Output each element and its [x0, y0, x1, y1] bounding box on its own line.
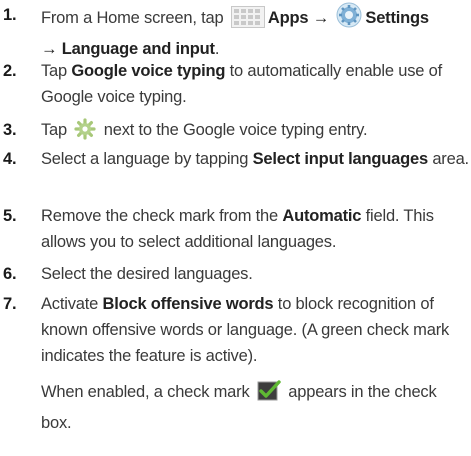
green-checkbox-icon: [257, 380, 281, 410]
settings-gear-icon: [336, 2, 362, 36]
settings-label: Settings: [365, 9, 429, 27]
apps-grid-icon: [230, 6, 265, 36]
step-number: 1.: [3, 6, 17, 24]
step-number: 3.: [3, 121, 17, 139]
language-and-input-label: Language and input: [61, 40, 215, 58]
step-number: 6.: [3, 265, 17, 283]
step-number: 2.: [3, 62, 17, 80]
step-text: Tap next to the Google voice typing entr…: [41, 117, 471, 148]
step-text: From a Home screen, tap Apps → Settings →…: [41, 2, 471, 62]
step-text: Remove the check mark from the Automatic…: [41, 207, 434, 251]
step-text: Activate Block offensive words to block …: [41, 295, 450, 365]
apps-label: Apps: [267, 9, 309, 27]
step-text: Select the desired languages.: [41, 265, 253, 283]
block-offensive-words-label: Block offensive words: [102, 295, 274, 313]
step-text: Tap Google voice typing to automatically…: [41, 62, 442, 106]
automatic-label: Automatic: [282, 207, 362, 225]
step-note: When enabled, a check mark appears in th…: [41, 379, 471, 436]
gear-icon: [74, 118, 96, 148]
select-input-languages-label: Select input languages: [252, 150, 429, 168]
step-text: Select a language by tapping Select inpu…: [41, 150, 469, 168]
step-number: 4.: [3, 150, 17, 168]
step-number: 5.: [3, 207, 17, 225]
step-number: 7.: [3, 295, 17, 313]
google-voice-typing-label: Google voice typing: [71, 62, 226, 80]
